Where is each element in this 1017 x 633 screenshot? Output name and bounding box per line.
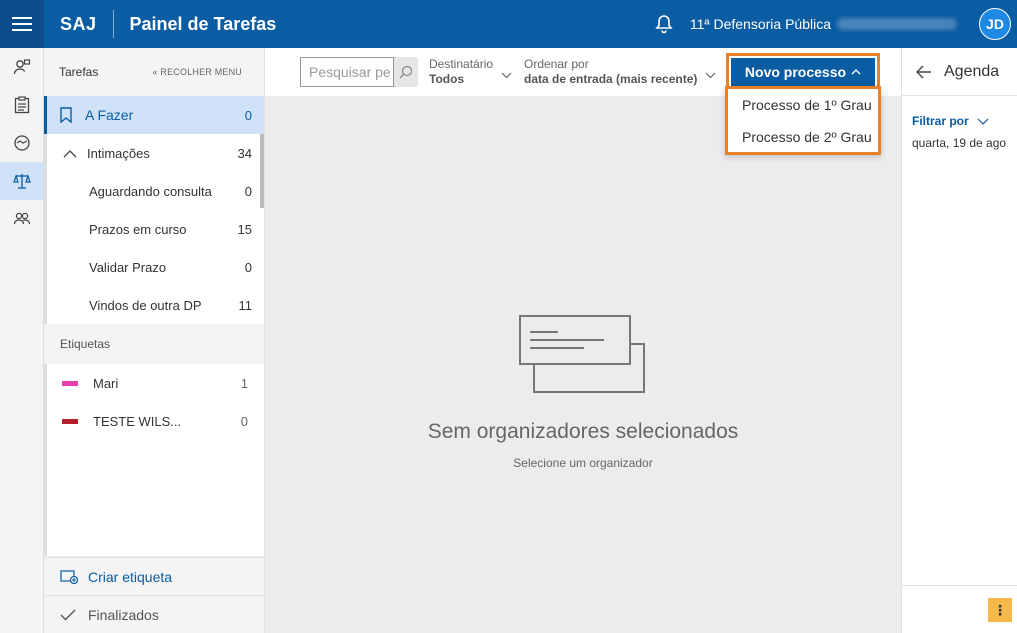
search-icon bbox=[399, 65, 413, 79]
menu-item-second-instance[interactable]: Processo de 2º Grau bbox=[728, 121, 878, 153]
agenda-panel: Agenda Filtrar por quarta, 19 de ago ⋮ bbox=[901, 48, 1017, 633]
recipient-value: Todos bbox=[429, 72, 465, 86]
finished-label: Finalizados bbox=[88, 606, 159, 623]
new-process-label: Novo processo bbox=[744, 64, 847, 80]
chevron-down-icon bbox=[501, 72, 512, 78]
tag-label: TESTE WILS... bbox=[93, 413, 182, 429]
sidebar-item-vindos-de-outra-dp[interactable]: Vindos de outra DP 11 bbox=[47, 286, 264, 324]
blurred-user-name bbox=[837, 18, 957, 30]
tag-count: 0 bbox=[240, 413, 248, 429]
list-item-label: Prazos em curso bbox=[89, 221, 187, 237]
sidebar-item-validar-prazo[interactable]: Validar Prazo 0 bbox=[47, 248, 264, 286]
sidebar-item-prazos-em-curso[interactable]: Prazos em curso 15 bbox=[47, 210, 264, 248]
page-title: Painel de Tarefas bbox=[129, 13, 277, 34]
add-tag-icon bbox=[60, 569, 78, 584]
rail-handshake-icon[interactable] bbox=[0, 124, 44, 162]
list-item-label: Validar Prazo bbox=[89, 259, 167, 275]
search-input[interactable]: Pesquisar pe bbox=[300, 57, 394, 87]
recipient-label: Destinatário bbox=[429, 57, 494, 71]
tags-empty-area bbox=[44, 440, 264, 556]
empty-state: Sem organizadores selecionados Selecione… bbox=[265, 314, 901, 470]
documents-illustration-icon bbox=[519, 315, 645, 393]
chevron-down-icon bbox=[977, 118, 989, 125]
list-item-count: 0 bbox=[244, 183, 252, 199]
tag-count: 1 bbox=[240, 375, 248, 391]
sidebar-item-todo[interactable]: A Fazer 0 bbox=[44, 96, 264, 134]
search-button[interactable] bbox=[394, 57, 418, 87]
empty-subtitle: Selecione um organizador bbox=[513, 456, 653, 470]
labels-heading: Etiquetas bbox=[60, 337, 111, 351]
sidebar-heading: Tarefas bbox=[59, 65, 99, 79]
left-rail bbox=[0, 48, 44, 633]
agenda-filter-dropdown[interactable]: Filtrar por bbox=[902, 96, 1017, 128]
top-bar: SAJ Painel de Tarefas 11ª Defensoria Púb… bbox=[0, 0, 1017, 48]
bookmark-icon bbox=[60, 107, 72, 123]
chevron-up-icon bbox=[851, 69, 861, 75]
new-process-menu: Processo de 1º Grau Processo de 2º Grau bbox=[725, 86, 881, 155]
list-item-label: Aguardando consulta bbox=[89, 183, 212, 199]
agenda-date: quarta, 19 de ago bbox=[912, 136, 1007, 150]
hamburger-menu-icon[interactable] bbox=[0, 0, 44, 48]
checkmark-icon bbox=[60, 609, 78, 621]
list-item-count: 15 bbox=[237, 221, 252, 237]
empty-title: Sem organizadores selecionados bbox=[427, 420, 739, 443]
rail-group-icon[interactable] bbox=[0, 200, 44, 238]
list-item-count: 34 bbox=[237, 145, 252, 161]
bell-icon[interactable] bbox=[652, 12, 676, 36]
collapse-menu-button[interactable]: « RECOLHER MENU bbox=[152, 67, 242, 77]
task-subitems: Intimações 34 Aguardando consulta 0 Praz… bbox=[44, 134, 264, 324]
rail-users-icon[interactable] bbox=[0, 48, 44, 86]
agenda-footer: ⋮ bbox=[902, 585, 1017, 633]
order-value: data de entrada (mais recente) bbox=[524, 72, 698, 86]
create-tag-label: Criar etiqueta bbox=[88, 568, 173, 585]
rail-scales-icon[interactable] bbox=[0, 162, 44, 200]
main-content: Sem organizadores selecionados Selecione… bbox=[265, 96, 901, 633]
collapse-menu-label: RECOLHER MENU bbox=[160, 67, 242, 77]
sidebar-scrollbar[interactable] bbox=[260, 134, 264, 208]
order-dropdown[interactable]: Ordenar por data de entrada (mais recent… bbox=[524, 57, 716, 87]
list-item-count: 11 bbox=[238, 297, 253, 313]
order-label: Ordenar por bbox=[524, 57, 589, 71]
todo-label: A Fazer bbox=[85, 107, 134, 123]
more-options-icon[interactable]: ⋮ bbox=[988, 598, 1012, 622]
sidebar-item-intimacoes[interactable]: Intimações 34 bbox=[47, 134, 264, 172]
agenda-title: Agenda bbox=[944, 62, 1000, 80]
todo-count: 0 bbox=[244, 107, 252, 123]
header-divider bbox=[112, 10, 114, 38]
unit-name[interactable]: 11ª Defensoria Pública bbox=[690, 16, 831, 32]
avatar[interactable]: JD bbox=[979, 8, 1011, 40]
list-item-label: Vindos de outra DP bbox=[89, 297, 202, 313]
tag-label: Mari bbox=[93, 375, 119, 391]
tag-item-mari[interactable]: Mari 1 bbox=[44, 364, 264, 402]
new-process-button[interactable]: Novo processo bbox=[731, 58, 875, 86]
sidebar-item-aguardando-consulta[interactable]: Aguardando consulta 0 bbox=[47, 172, 264, 210]
list-item-label: Intimações bbox=[87, 145, 150, 161]
back-arrow-icon[interactable] bbox=[916, 65, 932, 79]
tag-color-swatch bbox=[62, 418, 78, 424]
recipient-dropdown[interactable]: Destinatário Todos bbox=[429, 57, 512, 87]
chevron-down-icon bbox=[705, 72, 716, 78]
search-field: Pesquisar pe bbox=[300, 57, 418, 87]
chevron-up-icon[interactable] bbox=[63, 149, 77, 158]
tag-item-teste-wils[interactable]: TESTE WILS... 0 bbox=[44, 402, 264, 440]
rail-clipboard-icon[interactable] bbox=[0, 86, 44, 124]
list-item-count: 0 bbox=[244, 259, 252, 275]
brand-logo[interactable]: SAJ bbox=[60, 14, 97, 35]
finished-button[interactable]: Finalizados bbox=[44, 595, 265, 633]
menu-item-first-instance[interactable]: Processo de 1º Grau bbox=[728, 89, 878, 121]
agenda-filter-label: Filtrar por bbox=[912, 114, 969, 128]
create-tag-button[interactable]: Criar etiqueta bbox=[44, 557, 265, 595]
tag-color-swatch bbox=[62, 380, 78, 386]
tasks-sidebar: Tarefas « RECOLHER MENU A Fazer 0 Intima… bbox=[44, 48, 265, 633]
